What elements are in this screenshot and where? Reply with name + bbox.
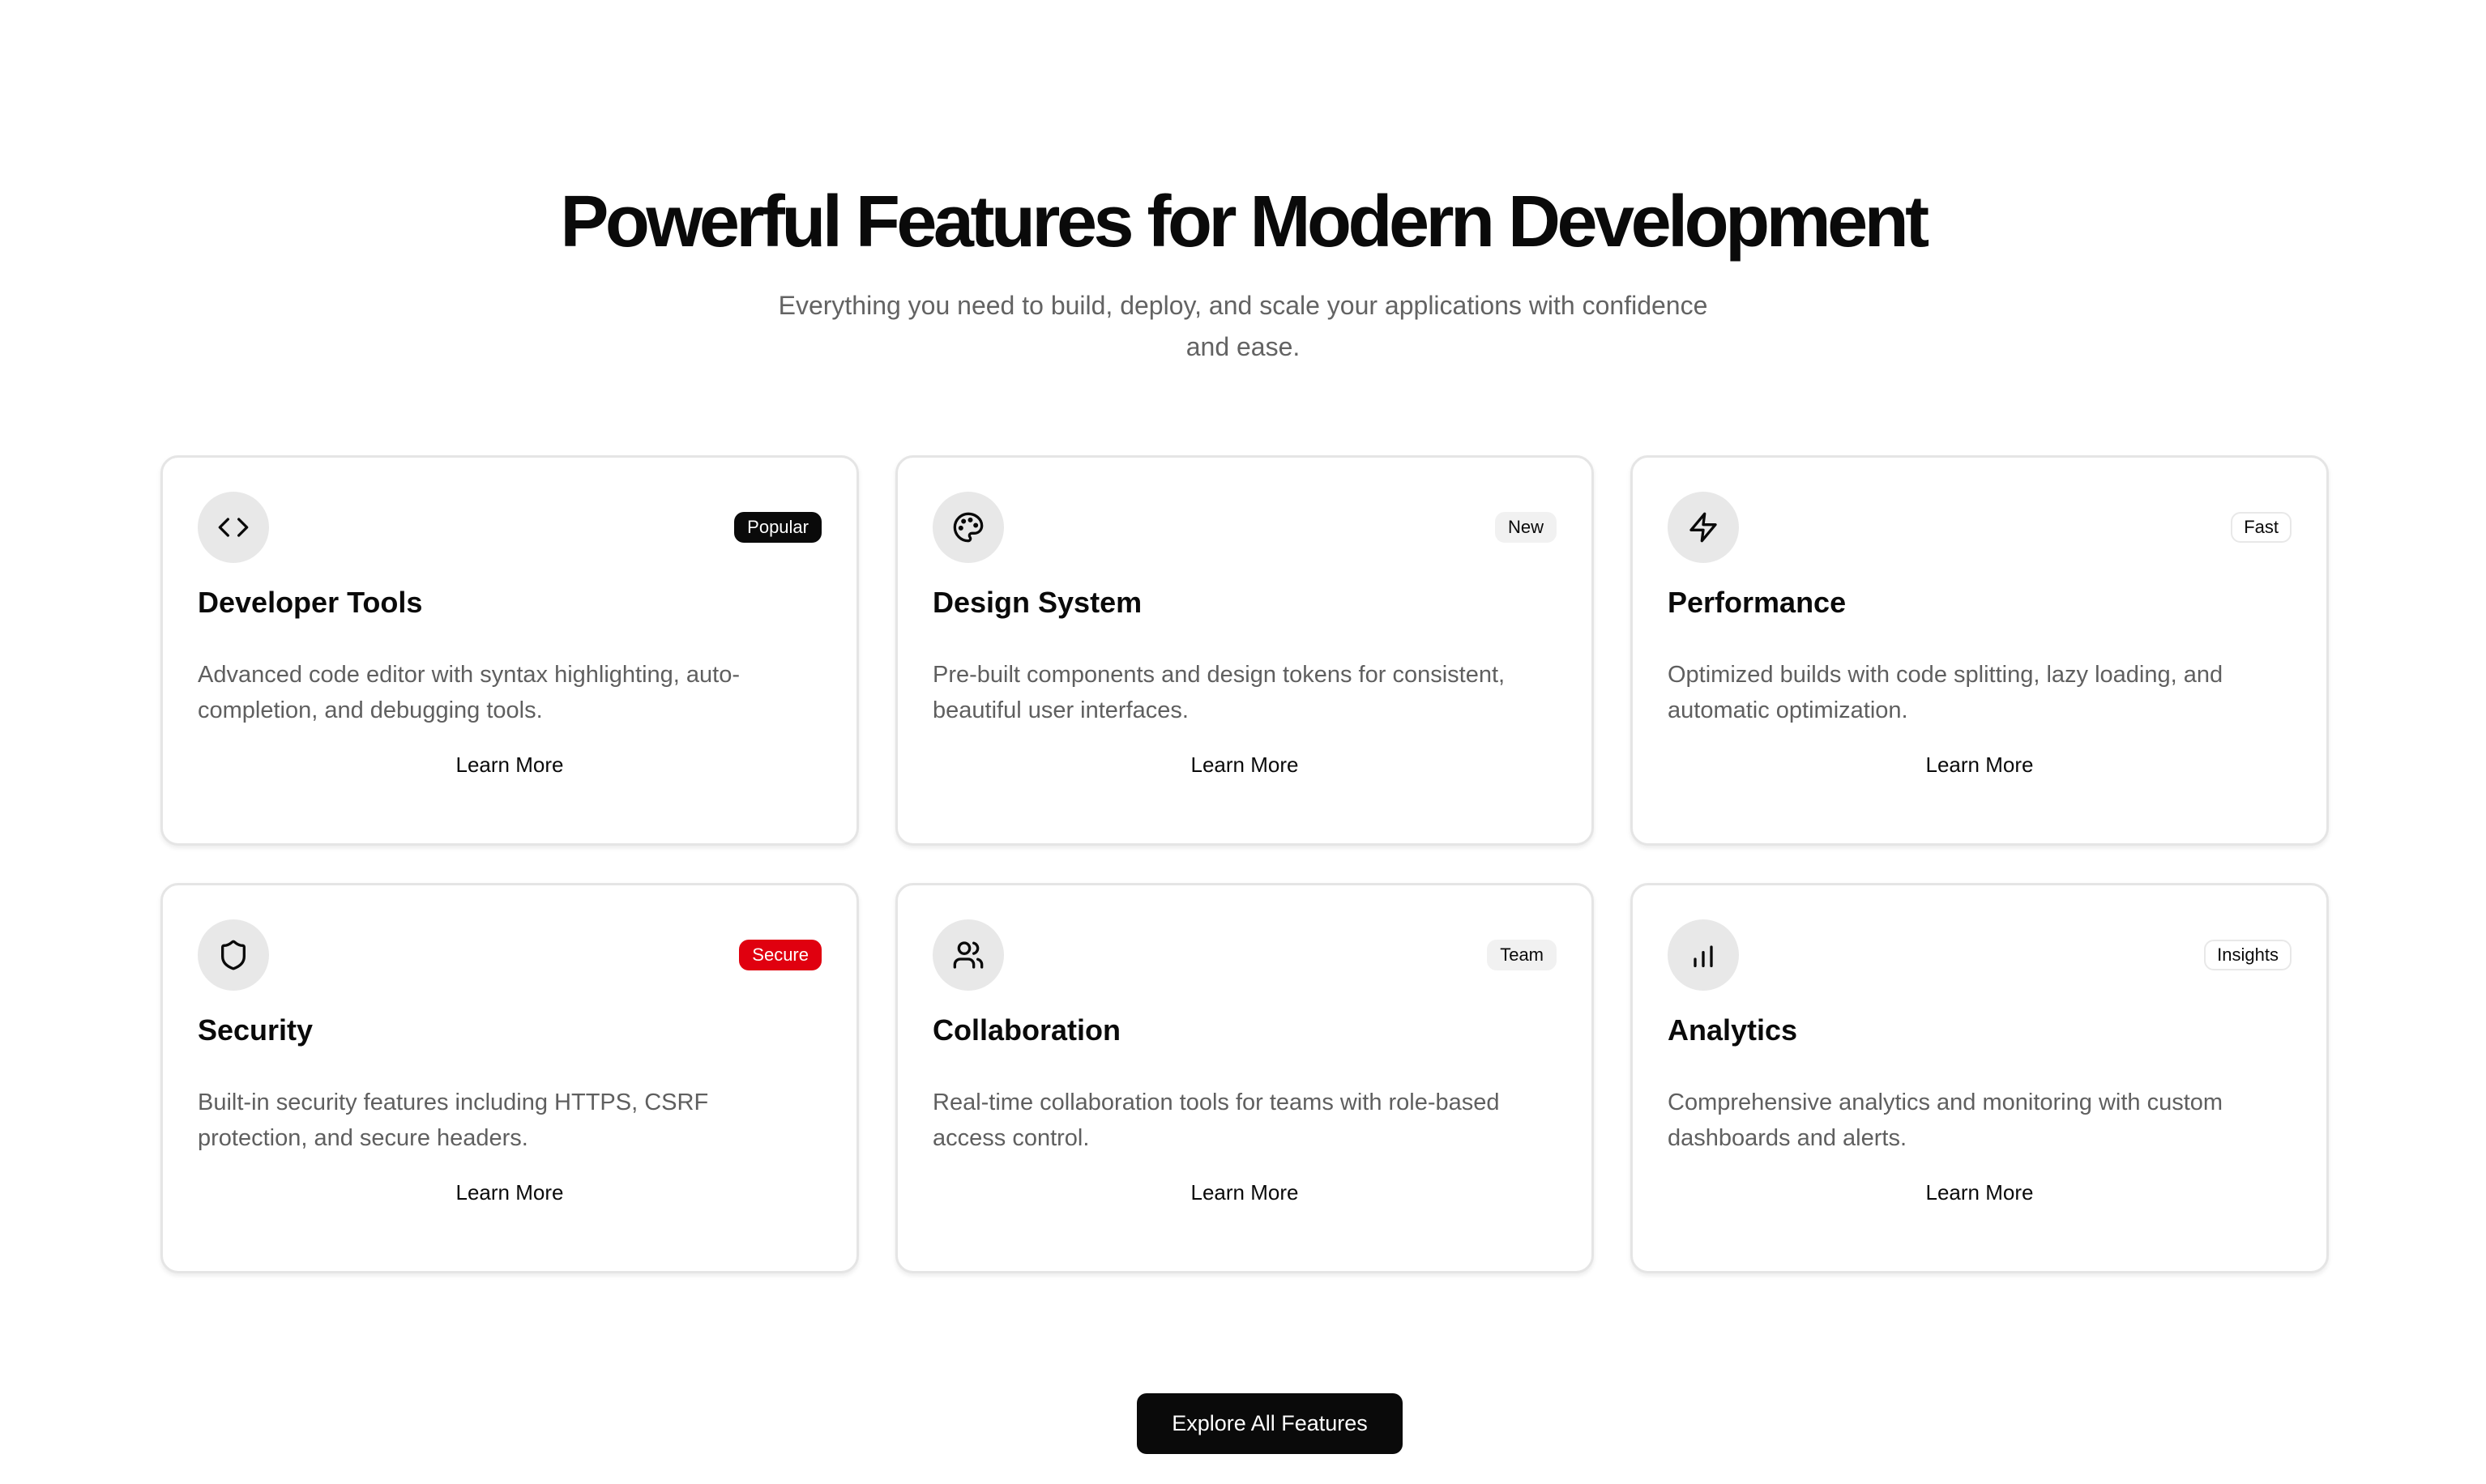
card-description: Comprehensive analytics and monitoring w… xyxy=(1668,1090,2223,1151)
badge-new: New xyxy=(1494,512,1557,543)
learn-more-button[interactable]: Learn More xyxy=(1926,751,2034,778)
learn-more-button[interactable]: Learn More xyxy=(456,751,564,778)
learn-more-button[interactable]: Learn More xyxy=(456,1179,564,1206)
bar-chart-icon xyxy=(1668,919,1739,991)
learn-more-button[interactable]: Learn More xyxy=(1191,751,1299,778)
page-subtitle: Everything you need to build, deploy, an… xyxy=(778,291,1708,361)
code-icon xyxy=(198,492,269,563)
card-title: Design System xyxy=(933,586,1143,619)
card-description: Real-time collaboration tools for teams … xyxy=(933,1090,1500,1151)
feature-card-collaboration: Team Collaboration Real-time collaborati… xyxy=(895,883,1594,1273)
page-title: Powerful Features for Modern Development xyxy=(560,181,1929,262)
hero-section: Powerful Features for Modern Development… xyxy=(0,180,2486,368)
badge-insights: Insights xyxy=(2204,940,2292,970)
feature-card-design-system: New Design System Pre-built components a… xyxy=(895,455,1594,846)
learn-more-button[interactable]: Learn More xyxy=(1926,1179,2034,1206)
card-description: Optimized builds with code splitting, la… xyxy=(1668,662,2223,723)
card-title: Security xyxy=(198,1013,314,1047)
learn-more-button[interactable]: Learn More xyxy=(1191,1179,1299,1206)
badge-team: Team xyxy=(1487,940,1557,970)
users-icon xyxy=(933,919,1004,991)
card-title: Analytics xyxy=(1668,1013,1798,1047)
explore-all-features-button[interactable]: Explore All Features xyxy=(1137,1393,1403,1454)
shield-icon xyxy=(198,919,269,991)
lightning-icon xyxy=(1668,492,1739,563)
feature-card-security: Secure Security Built-in security featur… xyxy=(160,883,859,1273)
palette-icon xyxy=(933,492,1004,563)
card-description: Advanced code editor with syntax highlig… xyxy=(198,662,741,723)
card-description: Pre-built components and design tokens f… xyxy=(933,662,1506,723)
card-title: Performance xyxy=(1668,586,1847,619)
features-grid: Popular Developer Tools Advanced code ed… xyxy=(160,455,2329,1273)
badge-secure: Secure xyxy=(739,940,822,970)
card-title: Developer Tools xyxy=(198,586,423,619)
card-description: Built-in security features including HTT… xyxy=(198,1090,709,1151)
feature-card-analytics: Insights Analytics Comprehensive analyti… xyxy=(1630,883,2329,1273)
badge-popular: Popular xyxy=(734,512,822,543)
badge-fast: Fast xyxy=(2231,512,2292,543)
feature-card-performance: Fast Performance Optimized builds with c… xyxy=(1630,455,2329,846)
card-title: Collaboration xyxy=(933,1013,1121,1047)
feature-card-developer-tools: Popular Developer Tools Advanced code ed… xyxy=(160,455,859,846)
